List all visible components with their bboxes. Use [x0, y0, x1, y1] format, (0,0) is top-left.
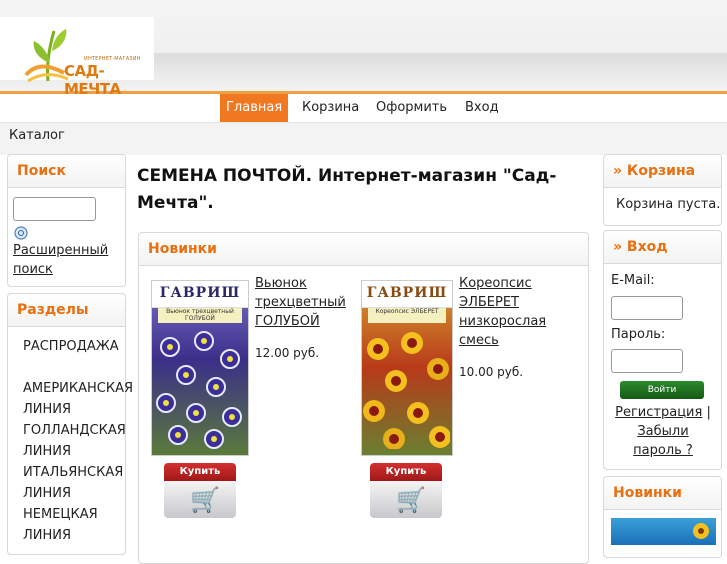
- login-title[interactable]: » Вход: [604, 231, 721, 264]
- buy-cart-area: 🛒: [164, 481, 236, 518]
- new-item-thumbnail[interactable]: [611, 518, 716, 545]
- search-icon[interactable]: [14, 226, 28, 240]
- flowers-icon: [363, 332, 450, 449]
- buy-label: Купить: [370, 463, 442, 481]
- nav-login[interactable]: Вход: [465, 94, 499, 122]
- product-price: 10.00 руб.: [459, 365, 524, 379]
- sunflower-icon: [693, 523, 709, 539]
- email-field[interactable]: [611, 296, 683, 320]
- section-item-sale[interactable]: РАСПРОДАЖА: [23, 336, 123, 357]
- pack-header: ГАВРИШ: [152, 281, 248, 308]
- flowers-icon: [156, 331, 242, 449]
- site-logo[interactable]: ИНТЕРНЕТ-МАГАЗИН САД-МЕЧТА: [0, 17, 154, 98]
- advanced-search-link[interactable]: Расширенный поиск: [13, 241, 113, 279]
- search-input[interactable]: [13, 197, 96, 221]
- sections-title: Разделы: [8, 294, 125, 327]
- login-button[interactable]: Войти: [620, 381, 704, 399]
- buy-cart-area: 🛒: [370, 481, 442, 518]
- buy-label: Купить: [164, 463, 236, 481]
- password-label: Пароль:: [611, 327, 666, 342]
- breadcrumb-bar: [0, 122, 727, 155]
- product-link-bindweed[interactable]: Вьюнок трехцветный ГОЛУБОЙ: [255, 274, 351, 331]
- product-link-coreopsis[interactable]: Кореопсис ЭЛБЕРЕТ низкорослая смесь: [459, 274, 571, 350]
- search-title: Поиск: [8, 155, 125, 188]
- section-item-italian[interactable]: ИТАЛЬЯНСКАЯ ЛИНИЯ: [23, 462, 145, 504]
- section-item-german[interactable]: НЕМЕЦКАЯ ЛИНИЯ: [23, 504, 123, 546]
- product-image-bindweed[interactable]: ГАВРИШ Вьюнок трехцветный ГОЛУБОЙ: [151, 280, 249, 456]
- password-field[interactable]: [611, 349, 683, 373]
- logo-title: САД-МЕЧТА: [64, 62, 121, 98]
- new-items-title: Новинки: [139, 233, 588, 266]
- login-links: Регистрация | Забыли пароль ?: [611, 403, 715, 460]
- link-separator: |: [706, 405, 711, 420]
- forgot-password-link[interactable]: Забыли пароль ?: [633, 424, 693, 458]
- register-link[interactable]: Регистрация: [615, 405, 702, 420]
- cart-empty-text: Корзина пуста.: [616, 197, 721, 212]
- right-new-items-box: Новинки: [603, 476, 722, 558]
- section-item-dutch[interactable]: ГОЛЛАНДСКАЯ ЛИНИЯ: [23, 420, 145, 462]
- section-item-american[interactable]: АМЕРИКАНСКАЯ ЛИНИЯ: [23, 378, 145, 420]
- product-image-coreopsis[interactable]: ГАВРИШ Кореопсис ЭЛБЕРЕТ: [361, 280, 453, 456]
- cart-icon: 🛒: [396, 486, 426, 514]
- product-price: 12.00 руб.: [255, 346, 320, 360]
- nav-home[interactable]: Главная: [220, 94, 289, 122]
- cart-icon: 🛒: [190, 486, 220, 514]
- email-label: E-Mail:: [611, 273, 655, 288]
- top-navigation: Главная Корзина Оформить Вход: [0, 94, 727, 122]
- breadcrumb[interactable]: Каталог: [9, 128, 65, 143]
- nav-checkout[interactable]: Оформить: [376, 94, 447, 122]
- pack-brand: ГАВРИШ: [366, 285, 448, 301]
- nav-cart[interactable]: Корзина: [302, 94, 359, 122]
- buy-button[interactable]: Купить 🛒: [164, 463, 236, 518]
- cart-title[interactable]: » Корзина: [604, 155, 721, 188]
- buy-button[interactable]: Купить 🛒: [370, 463, 442, 518]
- pack-label: Кореопсис ЭЛБЕРЕТ: [368, 308, 446, 323]
- pack-label: Вьюнок трехцветный ГОЛУБОЙ: [158, 308, 242, 323]
- cart-box: » Корзина: [603, 154, 722, 226]
- right-new-items-title: Новинки: [604, 477, 721, 510]
- pack-brand: ГАВРИШ: [159, 285, 241, 301]
- pack-header: ГАВРИШ: [362, 281, 452, 308]
- page-title: СЕМЕНА ПОЧТОЙ. Интернет-магазин "Сад-Меч…: [137, 163, 584, 217]
